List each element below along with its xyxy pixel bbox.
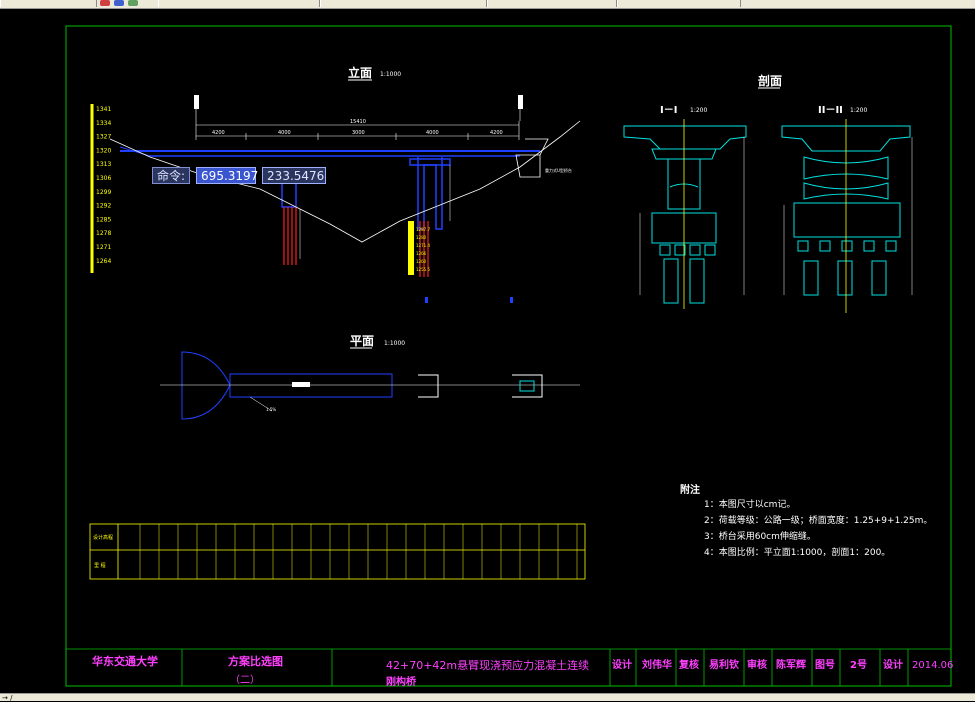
status-bar: → / — [0, 693, 975, 702]
section2-label: II－II — [818, 105, 843, 116]
section-1-drawing — [623, 125, 747, 304]
plan-note: 1.5% — [266, 407, 276, 412]
pile-foundation — [283, 207, 429, 277]
notes-title: 附注 — [680, 483, 700, 496]
linetype-dropdown[interactable] — [487, 0, 617, 7]
elevation-tick-label: 1341 — [96, 106, 111, 113]
abutment-note: 重力式U型桥台 — [545, 167, 572, 173]
elevation-scale: 1:1000 — [380, 71, 401, 78]
elevation-tick-label: 1320 — [96, 147, 111, 154]
note-4: 4：本图比例：平立面1:1000，剖面1：200。 — [704, 546, 890, 558]
table-row2-label: 里 程 — [94, 562, 106, 569]
elevation-tick-label: 1299 — [96, 189, 111, 196]
table-row1-label: 设计高程 — [93, 534, 113, 541]
command-tooltip: 命令: 695.3197 233.5476 — [152, 167, 327, 184]
dim-2: 4000 — [278, 130, 291, 136]
dim-total: 15410 — [350, 119, 366, 125]
dim-3: 3000 — [352, 130, 365, 136]
toolbar-strip — [0, 0, 975, 9]
dim-4: 4000 — [426, 130, 439, 136]
tb-review-label: 复核 — [678, 658, 699, 671]
section-title: 剖面 — [758, 73, 782, 88]
tb-approve-label: 审核 — [747, 658, 767, 671]
command-label: 命令: — [152, 167, 191, 184]
tb-project: 42+70+42m悬臂现浇预应力混凝土连续 — [386, 658, 589, 672]
svg-text:1255.5: 1255.5 — [416, 267, 430, 272]
bridge-deck — [119, 146, 540, 157]
svg-text:1280: 1280 — [416, 235, 427, 240]
tb-university: 华东交通大学 — [92, 654, 158, 668]
tb-sheet-label: 图号 — [815, 659, 835, 671]
elevation-tick-label: 1292 — [96, 203, 111, 210]
match-icon[interactable] — [128, 0, 138, 6]
tb-designer: 刘伟华 — [642, 658, 672, 671]
elevation-tick-label: 1306 — [96, 175, 111, 182]
elevation-tick-label: 1285 — [96, 216, 111, 223]
dim-5: 4200 — [490, 130, 503, 136]
elevation-tick-label: 1327 — [96, 134, 111, 141]
elevation-ticks: 1341 1334 1327 1320 1313 1306 1299 1292 1285 1278… — [96, 106, 111, 265]
table-columns — [139, 524, 578, 579]
plan-scale: 1:1000 — [384, 340, 405, 347]
svg-text:1266: 1266 — [416, 251, 427, 256]
tb-drawing-sub: （二） — [230, 674, 260, 686]
drawing-canvas[interactable]: 立面 1:1000 1341 1334 1327 1320 1313 1306 1299 12… — [0, 9, 975, 693]
tb-reviewer: 易利钦 — [709, 658, 739, 671]
lineweight-dropdown[interactable] — [617, 0, 741, 7]
tb-date: 2014.06 — [912, 660, 953, 671]
properties-icon[interactable] — [114, 0, 124, 6]
note-1: 1：本图尺寸以cm记。 — [704, 498, 795, 510]
svg-text:1287.7: 1287.7 — [416, 227, 430, 232]
plan-drawing — [160, 351, 580, 420]
section2-scale: 1:200 — [850, 107, 867, 114]
color-dropdown[interactable] — [320, 0, 487, 7]
tb-approver: 陈军辉 — [776, 658, 806, 671]
tb-project-line2: 刚构桥 — [386, 675, 417, 688]
coordinate-x-input[interactable]: 695.3197 — [196, 167, 258, 184]
geology-column — [408, 221, 414, 275]
cad-drawing: 立面 1:1000 1341 1334 1327 1320 1313 1306 1299 12… — [65, 25, 953, 688]
dim-1: 4200 — [212, 130, 225, 136]
layer-dropdown[interactable] — [158, 0, 320, 7]
tb-drawing-name: 方案比选图 — [228, 654, 283, 668]
pier-marks — [425, 297, 513, 303]
elevation-table — [89, 523, 586, 580]
svg-text:1260: 1260 — [416, 259, 427, 264]
elevation-tick-label: 1334 — [96, 120, 111, 127]
section1-scale: 1:200 — [690, 107, 707, 114]
note-3: 3：桥台采用60cm伸缩缝。 — [704, 530, 816, 542]
bearing-marker-right — [518, 95, 523, 109]
toolbar-segment[interactable] — [0, 0, 97, 7]
svg-text:1271.4: 1271.4 — [416, 243, 430, 248]
tb-design-label: 设计 — [612, 658, 632, 671]
bearing-marker-left — [194, 95, 199, 109]
tb-sheet-no: 2号 — [850, 659, 867, 671]
elevation-tick-label: 1271 — [96, 244, 111, 251]
coordinate-y-input[interactable]: 233.5476 — [262, 167, 327, 184]
section1-label: I－I — [660, 105, 677, 116]
tb-date-label: 设计 — [883, 658, 903, 671]
elevation-tick-label: 1313 — [96, 161, 111, 168]
note-2: 2：荷载等级：公路一级；桥面宽度：1.25+9+1.25m。 — [704, 514, 932, 526]
elevation-title: 立面 — [348, 65, 372, 80]
section2-dims — [783, 137, 913, 295]
layer-icon[interactable] — [100, 0, 110, 6]
elevation-tick-label: 1264 — [96, 258, 111, 265]
section1-dims — [639, 137, 745, 295]
elevation-tick-label: 1278 — [96, 230, 111, 237]
plan-title: 平面 — [350, 334, 374, 348]
